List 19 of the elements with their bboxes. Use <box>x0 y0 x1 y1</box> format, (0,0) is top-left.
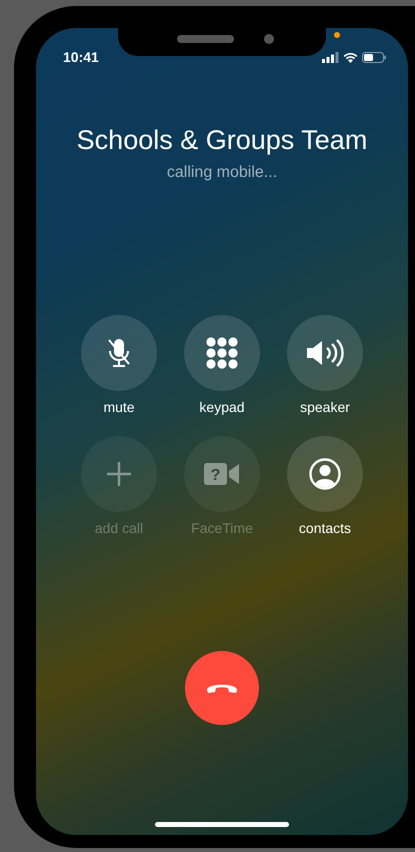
button-label: speaker <box>300 398 350 417</box>
camera-dot <box>264 34 274 44</box>
button-label: keypad <box>199 398 245 417</box>
speaker-grille <box>177 35 234 43</box>
button-label: contacts <box>298 518 352 538</box>
plus-icon <box>106 460 132 486</box>
signal-icon <box>322 52 339 62</box>
wifi-icon <box>343 52 358 62</box>
speaker-icon <box>305 338 345 368</box>
recording-dot-icon <box>334 32 340 38</box>
call-status: calling mobile... <box>166 162 278 182</box>
battery-icon <box>362 52 386 62</box>
keypad-icon <box>206 336 238 368</box>
person-circle-icon <box>309 458 341 490</box>
microphone-muted-icon <box>106 336 132 368</box>
button-label: mute <box>103 398 135 416</box>
button-label: FaceTime <box>191 518 253 538</box>
status-time: 10:41 <box>63 48 99 66</box>
caller-name: Schools & Groups Team <box>76 124 368 157</box>
